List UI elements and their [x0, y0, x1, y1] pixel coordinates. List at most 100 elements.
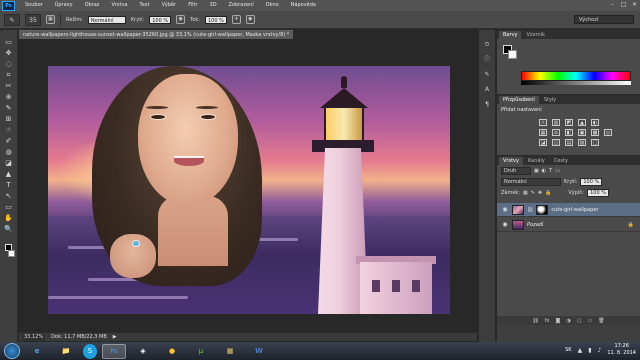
photo-filter-icon[interactable]: ▣ — [578, 129, 586, 136]
menu-select[interactable]: Výběr — [156, 0, 183, 11]
tab-color[interactable]: Barvy — [499, 31, 522, 39]
media-player-icon[interactable]: ◈ — [131, 344, 155, 359]
tab-adjustments[interactable]: Přizpůsobení — [499, 96, 539, 104]
menu-edit[interactable]: Úpravy — [49, 0, 79, 11]
utorrent-icon[interactable]: µ — [189, 344, 213, 359]
volume-icon[interactable]: ♪ — [598, 347, 602, 354]
menu-layer[interactable]: Vrstva — [105, 0, 133, 11]
history-panel-icon[interactable]: ⏲ — [482, 40, 493, 49]
panel-background-swatch[interactable] — [508, 50, 517, 59]
filter-shape-icon[interactable]: ▭ — [555, 168, 560, 174]
type-tool-icon[interactable]: T — [3, 181, 15, 190]
color-balance-icon[interactable]: ⚖ — [552, 129, 560, 136]
word-icon[interactable]: W — [247, 344, 271, 359]
hue-saturation-icon[interactable]: ▦ — [539, 129, 547, 136]
hand-tool-icon[interactable]: ✋ — [3, 214, 15, 223]
pen-tool-icon[interactable]: ▲ — [3, 170, 15, 179]
brush-icon[interactable]: ✎ — [4, 13, 20, 26]
exposure-icon[interactable]: ▲ — [578, 119, 586, 126]
brush-tool-icon[interactable]: ✎ — [3, 104, 15, 113]
marquee-tool-icon[interactable]: ▭ — [3, 38, 15, 47]
zoom-level-field[interactable]: 33,12% — [22, 333, 46, 341]
color-spectrum[interactable] — [521, 71, 631, 81]
menu-3d[interactable]: 3D — [204, 0, 223, 11]
link-layers-icon[interactable]: ⛓ — [532, 318, 538, 324]
layer-row-cute-girl[interactable]: ◉ ⛓ cute-girl-wallpaper — [497, 203, 640, 217]
crop-tool-icon[interactable]: ✂ — [3, 82, 15, 91]
selective-color-icon[interactable]: □ — [591, 139, 599, 146]
layer-opacity-field[interactable]: 100 % — [580, 177, 603, 186]
color-lookup-icon[interactable]: ◎ — [604, 129, 612, 136]
internet-explorer-icon[interactable]: e — [25, 344, 49, 359]
invert-icon[interactable]: ◪ — [539, 139, 547, 146]
background-color-swatch[interactable] — [7, 250, 15, 257]
menu-window[interactable]: Okno — [260, 0, 285, 11]
layer-fill-field[interactable]: 100 % — [587, 188, 609, 197]
photoshop-taskbar-icon[interactable]: Ps — [102, 343, 126, 359]
curves-icon[interactable]: ◩ — [565, 119, 573, 126]
move-tool-icon[interactable]: ✥ — [3, 49, 15, 58]
filter-type-icon[interactable]: T — [549, 168, 552, 174]
quick-select-tool-icon[interactable]: ⌗ — [3, 71, 15, 80]
levels-icon[interactable]: ▥ — [552, 119, 560, 126]
opacity-field[interactable]: 100 % — [149, 15, 172, 24]
lock-all-icon[interactable]: 🔒 — [545, 190, 551, 196]
lock-position-icon[interactable]: ✥ — [538, 190, 542, 196]
filter-adjustment-icon[interactable]: ◐ — [542, 168, 546, 174]
path-select-tool-icon[interactable]: ↖ — [3, 192, 15, 201]
lock-transparency-icon[interactable]: ▦ — [523, 190, 528, 196]
maximize-button[interactable]: □ — [620, 1, 627, 8]
close-button[interactable]: ✕ — [631, 1, 638, 8]
new-layer-icon[interactable]: ▭ — [587, 318, 592, 324]
chrome-icon[interactable]: ● — [160, 344, 184, 359]
visibility-eye-icon[interactable]: ◉ — [501, 206, 509, 213]
tab-paths[interactable]: Cesty — [550, 157, 572, 165]
tab-channels[interactable]: Kanály — [524, 157, 549, 165]
shape-tool-icon[interactable]: ▭ — [3, 203, 15, 212]
menu-filter[interactable]: Filtr — [182, 0, 203, 11]
add-mask-icon[interactable]: ◙ — [556, 318, 561, 324]
history-brush-tool-icon[interactable]: ☝ — [3, 126, 15, 135]
system-clock[interactable]: 17:26 11. 8. 2014 — [607, 343, 636, 357]
show-hidden-icons-icon[interactable]: ▲ — [578, 347, 583, 354]
mode-select[interactable]: Normální — [87, 15, 126, 24]
menu-help[interactable]: Nápověda — [285, 0, 322, 11]
menu-type[interactable]: Text — [134, 0, 156, 11]
airbrush-icon[interactable]: ✈ — [231, 15, 241, 24]
paragraph-panel-icon[interactable]: ¶ — [482, 100, 493, 109]
layer-row-background[interactable]: ◉ Pozadí 🔒 — [497, 218, 640, 232]
channel-mixer-icon[interactable]: ▩ — [591, 129, 599, 136]
menu-file[interactable]: Soubor — [19, 0, 49, 11]
dodge-tool-icon[interactable]: ◪ — [3, 159, 15, 168]
workspace-select[interactable]: Výchozí — [574, 15, 634, 24]
brush-panel-icon[interactable]: ✎ — [482, 70, 493, 79]
brush-panel-toggle-icon[interactable]: ▦ — [46, 15, 55, 24]
posterize-icon[interactable]: ◫ — [552, 139, 560, 146]
notes-app-icon[interactable]: ▦ — [218, 344, 242, 359]
threshold-icon[interactable]: ▤ — [565, 139, 573, 146]
zoom-tool-icon[interactable]: 🔍 — [3, 225, 15, 234]
flow-field[interactable]: 100 % — [204, 15, 227, 24]
file-explorer-icon[interactable]: 📁 — [54, 344, 78, 359]
start-button[interactable] — [4, 343, 20, 359]
eyedropper-tool-icon[interactable]: ⊕ — [3, 93, 15, 102]
tab-styles[interactable]: Styly — [540, 96, 560, 104]
blend-mode-select[interactable]: Normální — [501, 177, 561, 186]
lock-pixels-icon[interactable]: ✎ — [531, 190, 535, 196]
mask-link-icon[interactable]: ⛓ — [527, 207, 533, 213]
black-white-icon[interactable]: ◧ — [565, 129, 573, 136]
stamp-tool-icon[interactable]: ⊞ — [3, 115, 15, 124]
tab-layers[interactable]: Vrstvy — [499, 157, 523, 165]
pressure-opacity-icon[interactable]: ◉ — [176, 15, 186, 24]
layer-style-icon[interactable]: fx — [545, 318, 550, 324]
grayscale-ramp[interactable] — [521, 81, 631, 85]
brightness-contrast-icon[interactable]: ☼ — [539, 119, 547, 126]
minimize-button[interactable]: – — [609, 1, 616, 8]
layer-mask-thumbnail[interactable] — [536, 204, 549, 215]
document-canvas[interactable] — [48, 66, 450, 314]
menu-image[interactable]: Obraz — [79, 0, 106, 11]
brush-size-picker[interactable]: 35 — [25, 13, 41, 26]
delete-layer-icon[interactable]: 🗑 — [598, 318, 604, 324]
language-indicator[interactable]: SK — [565, 347, 571, 353]
new-adjustment-icon[interactable]: ◑ — [566, 318, 570, 324]
